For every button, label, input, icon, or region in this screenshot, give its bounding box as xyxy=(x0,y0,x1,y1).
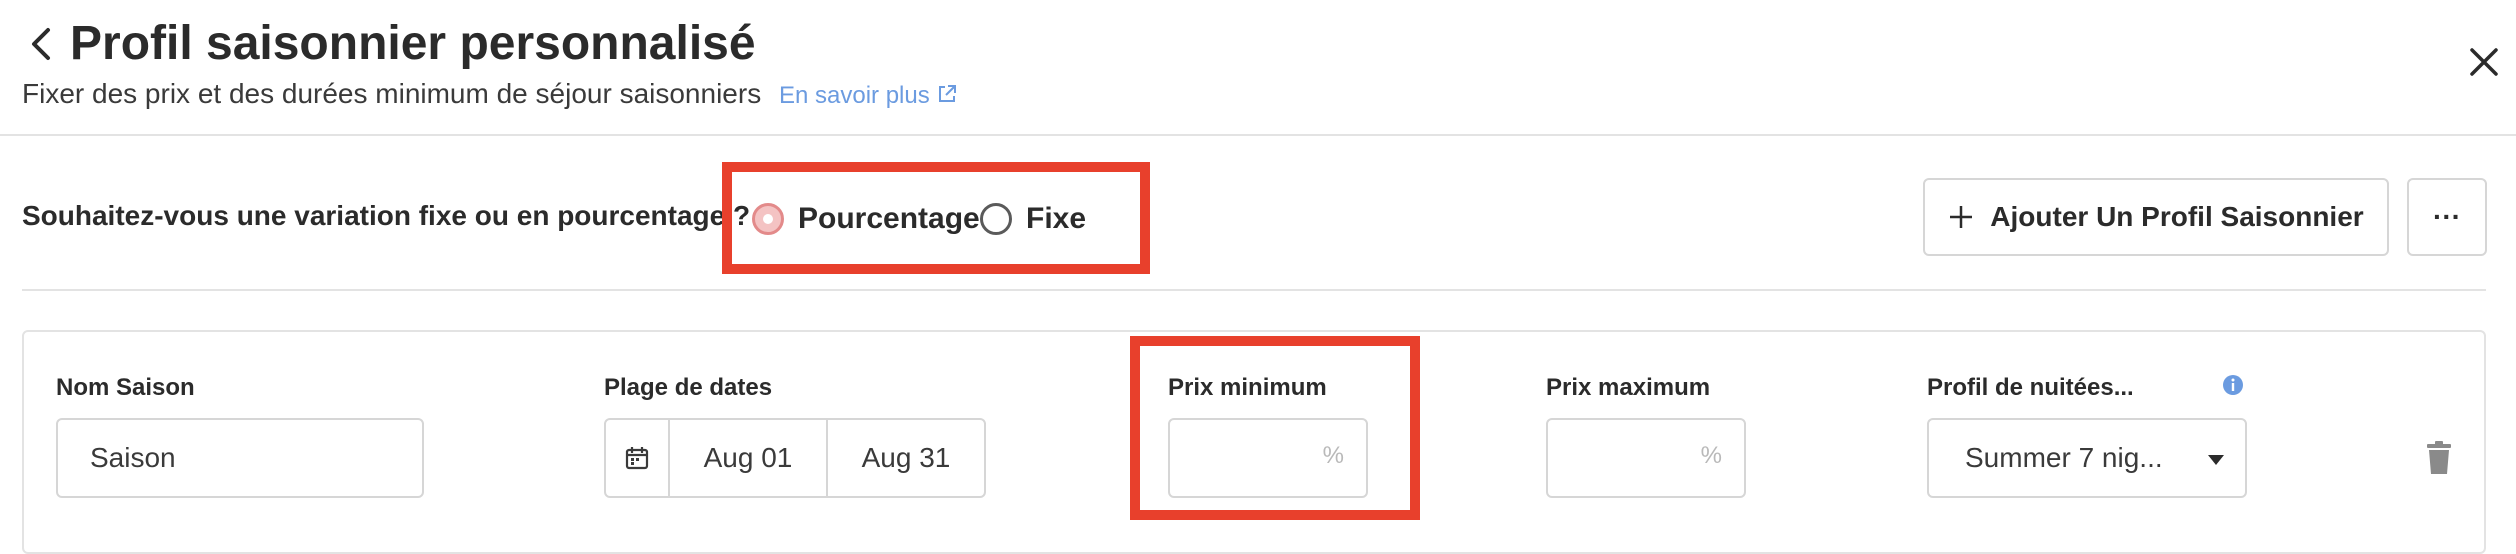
date-start[interactable]: Aug 01 xyxy=(670,420,828,496)
min-price-highlight xyxy=(1130,336,1420,520)
section-divider xyxy=(22,289,2486,291)
calendar-icon xyxy=(625,447,649,470)
radio-pourcentage[interactable]: Pourcentage xyxy=(752,202,980,236)
page-title: Profil saisonnier personnalisé xyxy=(70,17,756,70)
season-name-input[interactable] xyxy=(56,418,424,498)
caret-down-icon xyxy=(2208,455,2224,465)
trash-icon[interactable] xyxy=(2424,440,2454,476)
chevron-left-icon[interactable] xyxy=(22,22,62,66)
close-icon[interactable] xyxy=(2462,40,2506,84)
season-row: Nom Saison Plage de dates Aug 01 Aug 31 … xyxy=(22,330,2486,554)
radio-pourcentage-label: Pourcentage xyxy=(798,202,980,235)
nights-profile-label: Profil de nuitées... xyxy=(1927,374,2134,401)
external-link-icon xyxy=(938,85,956,102)
max-price-label: Prix maximum xyxy=(1546,374,1711,401)
date-end[interactable]: Aug 31 xyxy=(828,420,984,496)
learn-more-link[interactable]: En savoir plus xyxy=(779,82,958,109)
add-seasonal-profile-label: Ajouter Un Profil Saisonnier xyxy=(1990,201,2364,232)
nights-profile-value: Summer 7 nig... xyxy=(1965,442,2163,473)
subtitle-text: Fixer des prix et des durées minimum de … xyxy=(22,78,762,109)
info-icon[interactable] xyxy=(2222,374,2244,396)
season-name-label: Nom Saison xyxy=(56,374,195,401)
radio-fixe[interactable]: Fixe xyxy=(980,202,1086,236)
page-header: Profil saisonnier personnalisé Fixer des… xyxy=(0,0,2516,136)
variation-section: Souhaitez-vous une variation fixe ou en … xyxy=(0,136,2516,290)
variation-question: Souhaitez-vous une variation fixe ou en … xyxy=(22,200,751,231)
date-range-label: Plage de dates xyxy=(604,374,773,401)
more-options-button[interactable]: ··· xyxy=(2407,178,2487,256)
radio-unselected-icon[interactable] xyxy=(980,203,1012,235)
radio-fixe-label: Fixe xyxy=(1026,202,1087,235)
radio-selected-icon[interactable] xyxy=(752,203,784,235)
calendar-button[interactable] xyxy=(606,420,670,496)
variation-radio-group: Pourcentage Fixe xyxy=(722,162,1150,274)
add-seasonal-profile-button[interactable]: Ajouter Un Profil Saisonnier xyxy=(1923,178,2389,256)
plus-icon xyxy=(1950,206,1973,228)
max-price-suffix: % xyxy=(1700,442,1722,469)
max-price-input[interactable]: % xyxy=(1546,418,1746,498)
page-subtitle: Fixer des prix et des durées minimum de … xyxy=(22,74,958,116)
learn-more-label: En savoir plus xyxy=(778,82,930,109)
nights-profile-select[interactable]: Summer 7 nig... xyxy=(1927,418,2247,498)
date-range-picker[interactable]: Aug 01 Aug 31 xyxy=(604,418,986,498)
